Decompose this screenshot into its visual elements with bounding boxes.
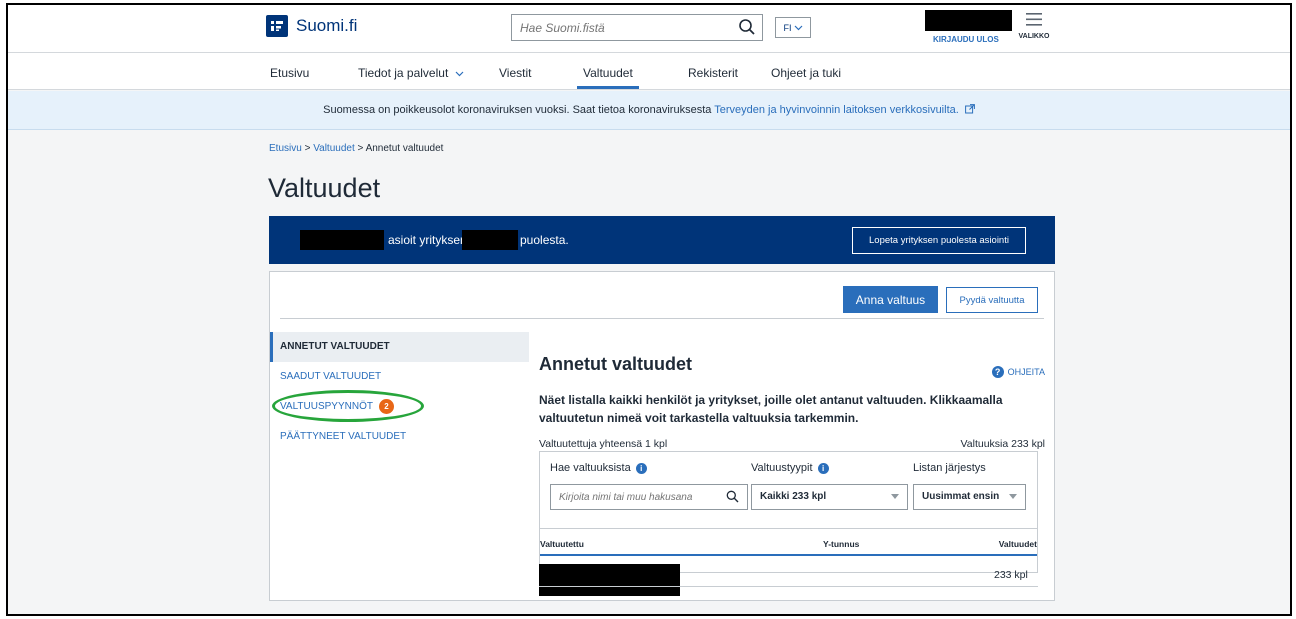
nav-valtuudet[interactable]: Valtuudet — [577, 66, 639, 89]
breadcrumb-valtuudet[interactable]: Valtuudet — [313, 143, 355, 154]
breadcrumb-home[interactable]: Etusivu — [269, 143, 302, 154]
search-icon[interactable] — [738, 18, 756, 41]
external-link-icon — [964, 104, 975, 114]
total-authorized: Valtuutettuja yhteensä 1 kpl — [539, 438, 668, 450]
nav-viestit[interactable]: Viestit — [499, 66, 531, 80]
notice-link[interactable]: Terveyden ja hyvinvoinnin laitoksen verk… — [714, 104, 959, 116]
order-label: Listan järjestys — [913, 462, 986, 474]
breadcrumb-separator: > — [304, 143, 311, 154]
table-row-divider — [539, 586, 1038, 587]
type-filter-label: Valtuustyypit i — [751, 462, 829, 474]
nav-rekisterit[interactable]: Rekisterit — [688, 66, 738, 80]
chevron-down-icon — [794, 25, 802, 30]
hamburger-icon — [1026, 13, 1042, 26]
nav-tiedot-ja-palvelut[interactable]: Tiedot ja palvelut — [358, 66, 464, 80]
redacted-username — [925, 10, 1012, 31]
logout-link[interactable]: KIRJAUDU ULOS — [933, 35, 999, 44]
main-content: Annetut valtuudet ? OHJEITA Näet listall… — [539, 354, 1045, 450]
info-icon[interactable]: i — [635, 462, 647, 474]
help-icon: ? — [991, 366, 1004, 378]
site-search-input[interactable] — [512, 15, 722, 40]
acting-on-behalf-banner: asioit yrityksen puolesta. Lopeta yrityk… — [269, 216, 1055, 264]
page-title: Valtuudet — [268, 173, 381, 203]
breadcrumb-separator: > — [357, 143, 364, 154]
valtuudet-card: Anna valtuus Pyydä valtuutta ANNETUT VAL… — [269, 271, 1055, 601]
logo-text: Suomi.fi — [296, 16, 358, 35]
side-item-paattyneet-valtuudet[interactable]: PÄÄTTYNEET VALTUUDET — [270, 422, 529, 452]
browser-frame: Suomi.fi FI KIRJAUDU ULOS — [6, 3, 1292, 616]
column-header-y-tunnus[interactable]: Y-tunnus — [823, 539, 859, 549]
mandate-search-field[interactable] — [550, 484, 748, 510]
nav-etusivu[interactable]: Etusivu — [270, 66, 309, 80]
redacted-user-name — [300, 230, 384, 250]
side-item-annetut-valtuudet[interactable]: ANNETUT VALTUUDET — [270, 332, 529, 362]
highlight-annotation — [272, 390, 424, 422]
type-select-value: Kaikki 233 kpl — [760, 491, 827, 502]
site-search[interactable] — [511, 14, 763, 41]
redacted-company-name — [462, 230, 518, 250]
column-header-valtuutettu[interactable]: Valtuutettu — [540, 539, 584, 549]
help-link[interactable]: ? OHJEITA — [991, 366, 1045, 378]
table-header: Valtuutettu Y-tunnus Valtuudet — [540, 528, 1037, 556]
mandate-search-input[interactable] — [551, 485, 701, 509]
breadcrumb: Etusivu > Valtuudet > Annetut valtuudet — [269, 143, 443, 154]
request-mandate-button[interactable]: Pyydä valtuutta — [946, 287, 1038, 313]
notice-text: Suomessa on poikkeusolot koronaviruksen … — [323, 104, 715, 116]
info-icon[interactable]: i — [817, 462, 829, 474]
suomi-fi-logo[interactable]: Suomi.fi — [266, 15, 357, 37]
give-mandate-button[interactable]: Anna valtuus — [843, 286, 938, 313]
chevron-down-icon — [455, 71, 464, 77]
divider — [280, 318, 1044, 319]
column-header-valtuudet[interactable]: Valtuudet — [999, 539, 1037, 549]
chevron-down-icon — [891, 491, 899, 502]
help-label: OHJEITA — [1007, 367, 1045, 377]
language-value: FI — [783, 22, 792, 33]
stop-acting-on-behalf-button[interactable]: Lopeta yrityksen puolesta asiointi — [852, 227, 1026, 254]
menu-label: VALIKKO — [1018, 33, 1050, 40]
type-select[interactable]: Kaikki 233 kpl — [751, 484, 908, 510]
chevron-down-icon — [1009, 491, 1017, 502]
top-header: Suomi.fi FI KIRJAUDU ULOS — [8, 5, 1290, 53]
table-row-valtuudet: 233 kpl — [994, 569, 1028, 581]
search-filter-label: Hae valtuuksista i — [550, 462, 647, 474]
banner-text-mid: asioit yrityksen — [388, 233, 467, 247]
language-select[interactable]: FI — [775, 17, 811, 38]
side-item-saadut-valtuudet[interactable]: SAADUT VALTUUDET — [270, 362, 529, 392]
search-icon[interactable] — [726, 490, 739, 503]
section-title: Annetut valtuudet — [539, 354, 692, 374]
totals-row: Valtuutettuja yhteensä 1 kpl Valtuuksia … — [539, 438, 1045, 450]
order-select[interactable]: Uusimmat ensin — [913, 484, 1026, 510]
section-description: Näet listalla kaikki henkilöt ja yrityks… — [539, 393, 1003, 425]
breadcrumb-current: Annetut valtuudet — [365, 143, 444, 154]
label-text: Hae valtuuksista — [550, 462, 631, 474]
covid-notice: Suomessa on poikkeusolot koronaviruksen … — [8, 91, 1290, 130]
redacted-authorized-name[interactable] — [539, 564, 680, 596]
nav-label: Tiedot ja palvelut — [358, 66, 449, 80]
order-select-value: Uusimmat ensin — [922, 491, 1000, 502]
banner-text-end: puolesta. — [520, 233, 569, 247]
menu-button[interactable]: VALIKKO — [1016, 13, 1052, 40]
label-text: Valtuustyypit — [751, 462, 813, 474]
filter-panel: Hae valtuuksista i Valtuustyypit i Kaikk… — [539, 451, 1038, 573]
suomi-fi-logo-icon — [266, 15, 288, 37]
nav-ohjeet-ja-tuki[interactable]: Ohjeet ja tuki — [771, 66, 841, 80]
main-navigation: Etusivu Tiedot ja palvelut Viestit Valtu… — [8, 53, 1290, 90]
total-mandates: Valtuuksia 233 kpl — [960, 438, 1045, 450]
